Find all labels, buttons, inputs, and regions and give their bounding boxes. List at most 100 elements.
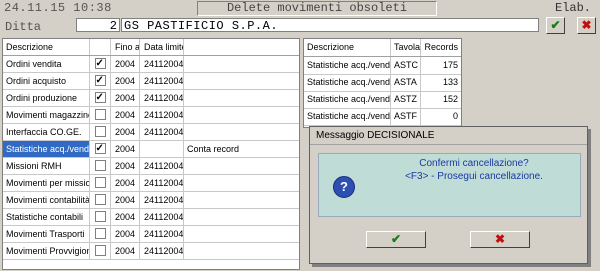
table-row[interactable]: Movimenti magazzino 2004 24112004 bbox=[3, 107, 299, 124]
row-data-limite[interactable]: 24112004 bbox=[140, 175, 184, 191]
table-row[interactable]: Ordini vendita 200424112004 bbox=[3, 56, 299, 73]
row-records: 175 bbox=[442, 60, 458, 70]
row-checkbox-cell[interactable] bbox=[90, 124, 111, 140]
row-extra bbox=[184, 175, 299, 191]
row-descrizione[interactable]: Statistiche contabili bbox=[3, 209, 90, 225]
elab-label[interactable]: Elab. bbox=[555, 1, 591, 15]
check-icon: ✔ bbox=[550, 18, 561, 32]
row-descrizione[interactable]: Movimenti per missioni bbox=[3, 175, 90, 191]
dialog-cancel-button[interactable]: ✖ bbox=[470, 231, 530, 248]
row-descrizione[interactable]: Movimenti contabilità bbox=[3, 192, 90, 208]
row-data-limite[interactable]: 24112004 bbox=[140, 192, 184, 208]
table-row[interactable]: Statistiche acq./vend. ASTC 175 bbox=[304, 57, 461, 75]
row-checkbox-cell[interactable] bbox=[90, 209, 111, 225]
row-checkbox-cell[interactable] bbox=[90, 175, 111, 191]
row-checkbox[interactable] bbox=[94, 245, 106, 256]
row-fino-al[interactable]: 2004 bbox=[111, 226, 140, 242]
row-descrizione[interactable]: Movimenti Trasporti bbox=[3, 226, 90, 242]
question-icon: ? bbox=[333, 176, 355, 198]
row-checkbox[interactable] bbox=[94, 177, 106, 188]
row-checkbox-cell[interactable] bbox=[90, 226, 111, 242]
confirm-button[interactable]: ✔ bbox=[546, 17, 565, 34]
row-descrizione[interactable]: Movimenti magazzino bbox=[3, 107, 90, 123]
row-data-limite[interactable]: 24112004 bbox=[140, 56, 184, 72]
row-checkbox[interactable] bbox=[94, 126, 106, 137]
row-checkbox-cell[interactable] bbox=[90, 141, 111, 157]
row-descrizione[interactable]: Ordini vendita bbox=[3, 56, 90, 72]
row-fino-al[interactable]: 2004 bbox=[111, 73, 140, 89]
table-row[interactable]: Missioni RMH 2004 24112004 bbox=[3, 158, 299, 175]
table-row[interactable]: Statistiche acq./vend. ASTF 0 bbox=[304, 108, 461, 126]
row-fino-al[interactable]: 2004 bbox=[111, 141, 140, 157]
row-checkbox-cell[interactable] bbox=[90, 107, 111, 123]
col-header-descrizione[interactable]: Descrizione bbox=[304, 39, 391, 56]
dialog-message-line2: <F3> - Prosegui cancellazione. bbox=[405, 171, 543, 182]
row-descrizione[interactable]: Interfaccia CO.GE. bbox=[3, 124, 90, 140]
col-header-descrizione[interactable]: Descrizione bbox=[3, 39, 90, 55]
row-fino-al[interactable]: 2004 bbox=[111, 192, 140, 208]
row-checkbox[interactable] bbox=[94, 56, 106, 72]
col-header-records[interactable]: Records bbox=[421, 39, 461, 56]
row-checkbox[interactable] bbox=[94, 141, 106, 157]
row-extra bbox=[184, 158, 299, 174]
row-data-limite[interactable]: 24112004 bbox=[140, 209, 184, 225]
col-header-data-limite[interactable]: Data limite bbox=[140, 39, 184, 55]
row-checkbox[interactable] bbox=[94, 160, 106, 171]
row-fino-al[interactable]: 2004 bbox=[111, 56, 140, 72]
row-checkbox-cell[interactable] bbox=[90, 243, 111, 259]
row-fino-al[interactable]: 2004 bbox=[111, 124, 140, 140]
row-checkbox-cell[interactable] bbox=[90, 73, 111, 89]
row-fino-al[interactable]: 2004 bbox=[111, 107, 140, 123]
col-header-fino[interactable]: Fino al bbox=[111, 39, 140, 55]
row-fino-al[interactable]: 2004 bbox=[111, 209, 140, 225]
table-row[interactable]: Movimenti per missioni 2004 24112004 bbox=[3, 175, 299, 192]
row-checkbox[interactable] bbox=[94, 73, 106, 89]
row-fino-al[interactable]: 2004 bbox=[111, 243, 140, 259]
row-data-limite[interactable] bbox=[140, 141, 184, 157]
cancel-button[interactable]: ✖ bbox=[577, 17, 596, 34]
col-header-tavola[interactable]: Tavola bbox=[391, 39, 421, 56]
window-title: Delete movimenti obsoleti bbox=[197, 1, 437, 16]
row-fino-al[interactable]: 2004 bbox=[111, 158, 140, 174]
row-checkbox-cell[interactable] bbox=[90, 90, 111, 106]
row-descrizione[interactable]: Ordini produzione bbox=[3, 90, 90, 106]
row-fino-al[interactable]: 2004 bbox=[111, 90, 140, 106]
row-data-limite[interactable]: 24112004 bbox=[140, 243, 184, 259]
table-row[interactable]: Statistiche acq./vend. 2004 Conta record bbox=[3, 141, 299, 158]
row-data-limite[interactable]: 24112004 bbox=[140, 90, 184, 106]
dialog-ok-button[interactable]: ✔ bbox=[366, 231, 426, 248]
row-data-limite[interactable]: 24112004 bbox=[140, 158, 184, 174]
row-data-limite[interactable]: 24112004 bbox=[140, 73, 184, 89]
table-row[interactable]: Statistiche acq./vend. ASTZ 152 bbox=[304, 91, 461, 109]
table-row[interactable]: Interfaccia CO.GE. 2004 24112004 bbox=[3, 124, 299, 141]
row-data-limite[interactable]: 24112004 bbox=[140, 226, 184, 242]
row-descrizione[interactable]: Movimenti Provvigioni bbox=[3, 243, 90, 259]
table-row[interactable]: Ordini produzione 200424112004 bbox=[3, 90, 299, 107]
row-descrizione[interactable]: Ordini acquisto bbox=[3, 73, 90, 89]
row-descrizione[interactable]: Statistiche acq./vend. bbox=[3, 141, 90, 157]
row-extra: Conta record bbox=[187, 144, 240, 154]
row-descrizione[interactable]: Missioni RMH bbox=[3, 158, 90, 174]
ditta-label: Ditta bbox=[5, 20, 42, 34]
row-data-limite[interactable]: 24112004 bbox=[140, 107, 184, 123]
col-header-check bbox=[90, 39, 111, 55]
table-row[interactable]: Statistiche contabili 2004 24112004 bbox=[3, 209, 299, 226]
table-row[interactable]: Movimenti contabilità 2004 24112004 bbox=[3, 192, 299, 209]
row-records: 152 bbox=[442, 94, 458, 104]
table-row[interactable]: Ordini acquisto 200424112004 bbox=[3, 73, 299, 90]
row-data-limite[interactable]: 24112004 bbox=[140, 124, 184, 140]
row-checkbox[interactable] bbox=[94, 211, 106, 222]
row-checkbox-cell[interactable] bbox=[90, 56, 111, 72]
row-checkbox-cell[interactable] bbox=[90, 158, 111, 174]
row-checkbox[interactable] bbox=[94, 194, 106, 205]
table-row[interactable]: Movimenti Trasporti 2004 24112004 bbox=[3, 226, 299, 243]
row-checkbox-cell[interactable] bbox=[90, 192, 111, 208]
row-checkbox[interactable] bbox=[94, 228, 106, 239]
row-checkbox[interactable] bbox=[94, 109, 106, 120]
ditta-code-field[interactable]: 2 bbox=[76, 18, 120, 33]
table-row[interactable]: Movimenti Provvigioni 2004 24112004 bbox=[3, 243, 299, 260]
row-descrizione: Statistiche acq./vend. bbox=[304, 74, 391, 91]
row-fino-al[interactable]: 2004 bbox=[111, 175, 140, 191]
row-checkbox[interactable] bbox=[94, 90, 106, 106]
table-row[interactable]: Statistiche acq./vend. ASTA 133 bbox=[304, 74, 461, 92]
